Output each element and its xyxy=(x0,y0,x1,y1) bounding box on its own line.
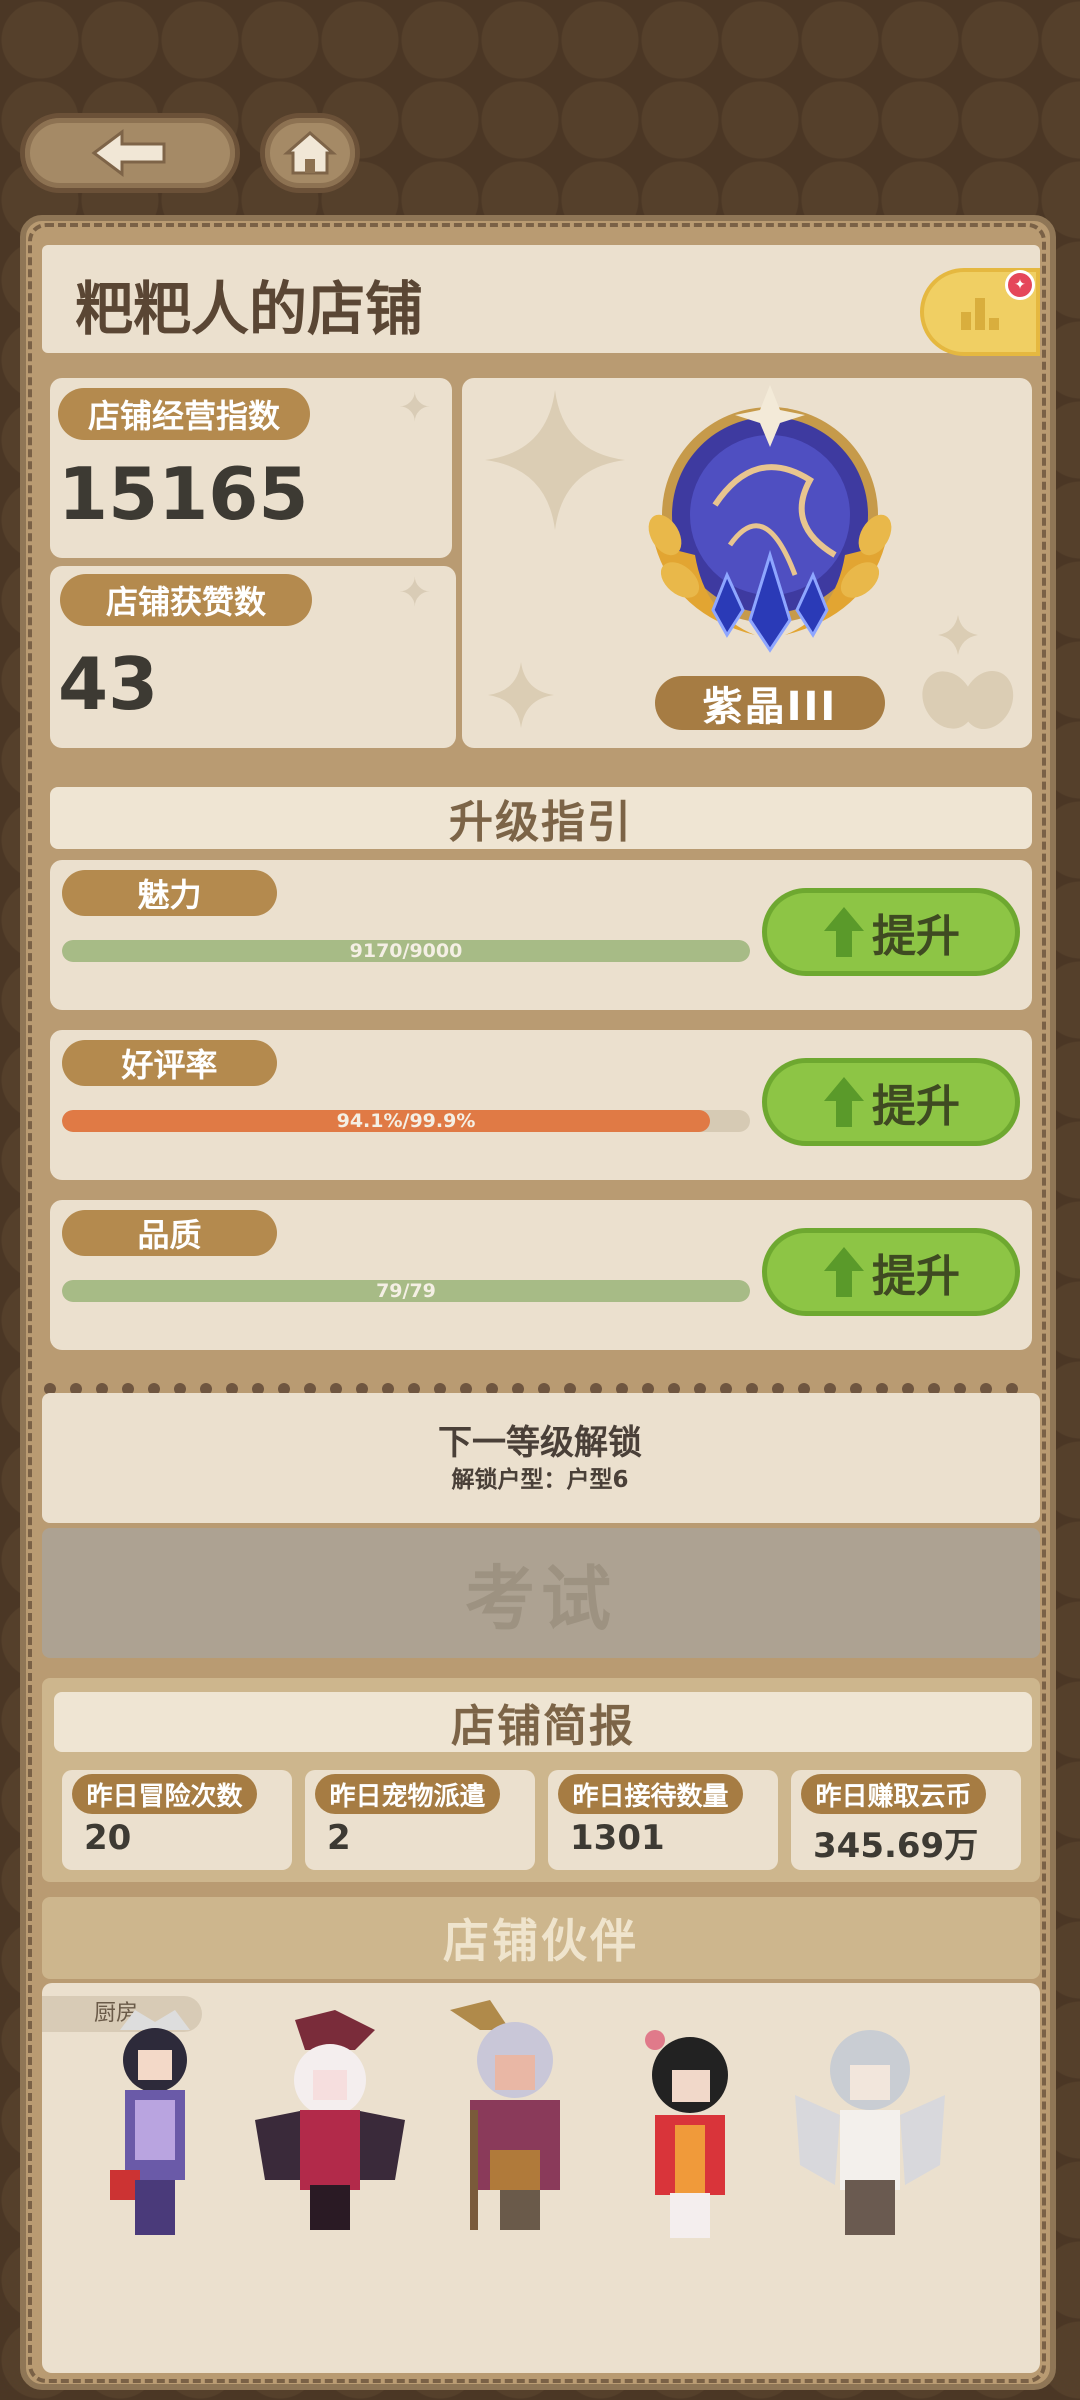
arrow-up-icon xyxy=(824,1247,864,1297)
amethyst-badge-icon xyxy=(648,385,892,653)
operation-index-label: 店铺经营指数 xyxy=(58,388,310,440)
upgrade-button-label: 提升 xyxy=(872,1081,960,1132)
unlock-subtitle: 解锁户型：户型6 xyxy=(451,1467,629,1493)
brief-label-reception: 昨日接待数量 xyxy=(558,1774,743,1814)
guide-title: 升级指引 xyxy=(50,787,1032,849)
arrow-left-icon xyxy=(91,129,166,177)
brief-label-coins: 昨日赚取云币 xyxy=(801,1774,986,1814)
bar-chart-icon xyxy=(961,298,999,330)
shop-title: 粑粑人的店铺 xyxy=(75,275,424,343)
brief-label-adventures: 昨日冒险次数 xyxy=(72,1774,257,1814)
sparkle-icon xyxy=(488,662,554,728)
brief-value-adventures: 20 xyxy=(84,1818,132,1858)
back-button[interactable] xyxy=(20,113,240,193)
arrow-up-icon xyxy=(824,907,864,957)
partners-title: 店铺伙伴 xyxy=(42,1897,1040,1979)
unlock-title: 下一等级解锁 xyxy=(438,1423,642,1463)
progress-text-charm: 9170/9000 xyxy=(349,940,463,962)
brief-value-dispatch: 2 xyxy=(327,1818,351,1858)
guide-label-rating: 好评率 xyxy=(62,1040,277,1086)
upgrade-button-label: 提升 xyxy=(872,911,960,962)
likes-value: 43 xyxy=(58,642,159,726)
guide-label-charm: 魅力 xyxy=(62,870,277,916)
home-button[interactable] xyxy=(260,113,360,193)
notification-dot: ✦ xyxy=(1005,270,1035,300)
progress-text-quality: 79/79 xyxy=(376,1280,436,1302)
arrow-up-icon xyxy=(824,1077,864,1127)
upgrade-button-quality[interactable]: 提升 xyxy=(762,1228,1020,1316)
upgrade-button-charm[interactable]: 提升 xyxy=(762,888,1020,976)
brief-value-coins: 345.69万 xyxy=(813,1826,979,1866)
partner-character[interactable] xyxy=(790,2015,950,2240)
brief-value-reception: 1301 xyxy=(570,1818,665,1858)
operation-index-value: 15165 xyxy=(58,452,309,536)
brief-label-dispatch: 昨日宠物派遣 xyxy=(315,1774,500,1814)
home-icon xyxy=(283,131,337,175)
partner-character[interactable] xyxy=(630,2025,750,2240)
partner-character[interactable] xyxy=(450,2000,575,2235)
exam-button[interactable]: 考试 xyxy=(42,1528,1040,1658)
rank-badge-name: 紫晶III xyxy=(655,676,885,730)
sparkle-icon: ✦ xyxy=(398,570,432,616)
partner-character[interactable] xyxy=(100,2010,210,2250)
upgrade-button-label: 提升 xyxy=(872,1251,960,1302)
guide-label-quality: 品质 xyxy=(62,1210,277,1256)
likes-label: 店铺获赞数 xyxy=(60,574,312,626)
progress-text-rating: 94.1%/99.9% xyxy=(336,1110,476,1132)
upgrade-button-rating[interactable]: 提升 xyxy=(762,1058,1020,1146)
brief-title: 店铺简报 xyxy=(54,1692,1032,1752)
partner-character[interactable] xyxy=(245,2010,415,2240)
sparkle-icon: ✦ xyxy=(398,385,432,431)
sparkle-icon xyxy=(485,390,625,530)
coffee-beans-icon xyxy=(922,615,1014,730)
